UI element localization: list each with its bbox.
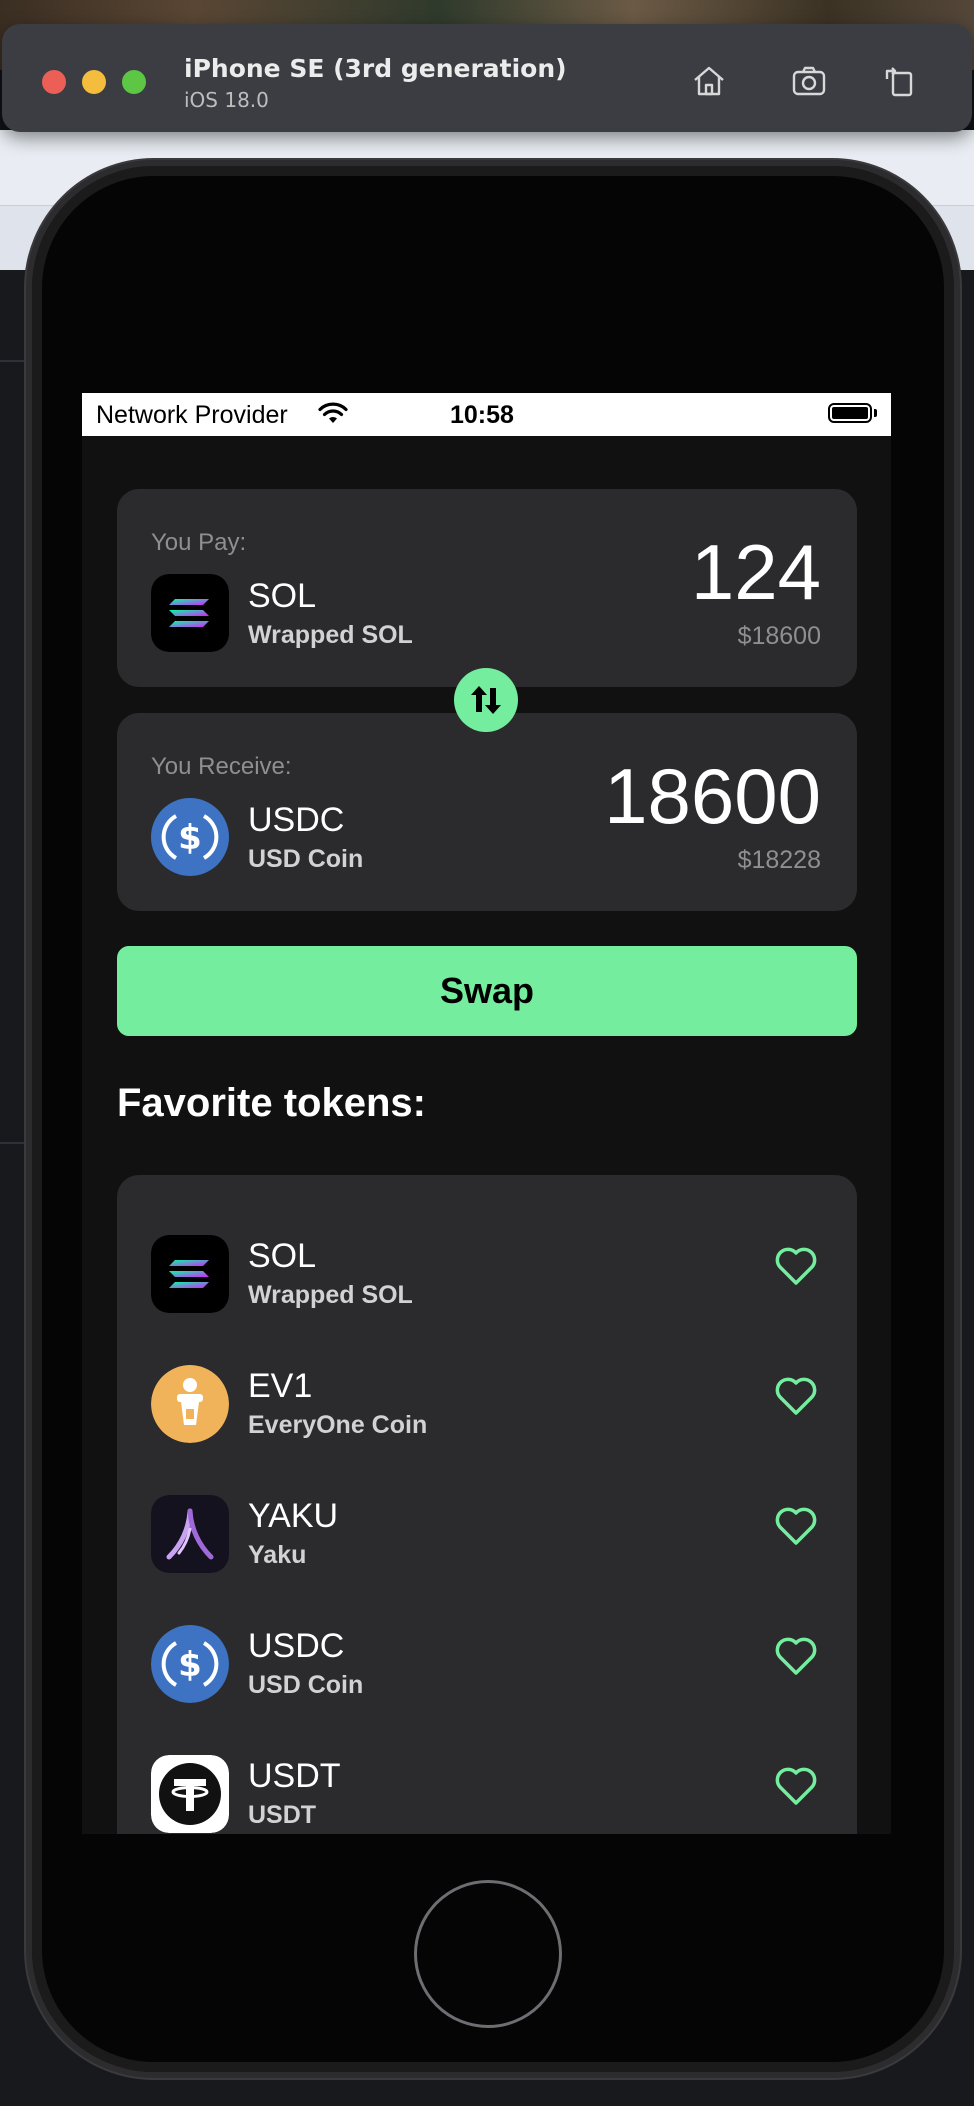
- heart-icon[interactable]: [773, 1243, 819, 1289]
- app-screen: Network Provider 10:58 You Pay: SOL Wrap…: [82, 393, 891, 1834]
- pay-label: You Pay:: [151, 529, 247, 556]
- yaku-icon: [151, 1495, 229, 1573]
- token-name: USDT: [248, 1801, 317, 1829]
- pay-token-name: Wrapped SOL: [248, 621, 413, 649]
- token-symbol: USDT: [248, 1757, 341, 1795]
- usdc-icon: $: [151, 798, 229, 876]
- minimize-window-button[interactable]: [82, 70, 106, 94]
- swap-arrows-icon: [471, 686, 501, 714]
- everyone-coin-icon: [151, 1365, 229, 1443]
- list-item[interactable]: USDT USDT: [117, 1755, 857, 1834]
- tether-icon: [151, 1755, 229, 1833]
- clock: 10:58: [450, 401, 514, 429]
- favorites-title: Favorite tokens:: [117, 1081, 426, 1125]
- token-name: Yaku: [248, 1541, 307, 1569]
- list-item[interactable]: EV1 EveryOne Coin: [117, 1365, 857, 1475]
- home-button[interactable]: [414, 1880, 562, 2028]
- receive-amount: 18600: [604, 752, 821, 840]
- pay-amount-usd: $18600: [737, 622, 821, 650]
- receive-label: You Receive:: [151, 753, 292, 780]
- heart-icon[interactable]: [773, 1633, 819, 1679]
- usdc-icon: $: [151, 1625, 229, 1703]
- battery-tip: [874, 409, 877, 417]
- wifi-icon: [318, 401, 348, 430]
- receive-amount-usd: $18228: [737, 846, 821, 874]
- simulator-title: iPhone SE (3rd generation): [184, 54, 567, 83]
- token-name: USD Coin: [248, 1671, 364, 1699]
- simulator-os-version: iOS 18.0: [184, 88, 269, 112]
- token-name: EveryOne Coin: [248, 1411, 428, 1439]
- favorites-list: SOL Wrapped SOL EV1 EveryOne Coin YAKU Y…: [117, 1175, 857, 1834]
- pay-token-symbol: SOL: [248, 577, 317, 615]
- home-icon[interactable]: [686, 58, 732, 104]
- swap-button[interactable]: Swap: [117, 946, 857, 1036]
- heart-icon[interactable]: [773, 1373, 819, 1419]
- token-symbol: SOL: [248, 1237, 317, 1275]
- solana-icon: [151, 1235, 229, 1313]
- token-symbol: USDC: [248, 1627, 345, 1665]
- svg-text:$: $: [178, 1645, 202, 1685]
- solana-icon: [151, 574, 229, 652]
- list-item[interactable]: YAKU Yaku: [117, 1495, 857, 1605]
- status-bar: Network Provider 10:58: [82, 393, 891, 436]
- token-symbol: EV1: [248, 1367, 313, 1405]
- rotate-icon[interactable]: [876, 58, 922, 104]
- token-symbol: YAKU: [248, 1497, 339, 1535]
- pay-amount[interactable]: 124: [691, 527, 821, 618]
- carrier-label: Network Provider: [96, 401, 288, 429]
- list-item[interactable]: SOL Wrapped SOL: [117, 1235, 857, 1345]
- token-name: Wrapped SOL: [248, 1281, 413, 1309]
- zoom-window-button[interactable]: [122, 70, 146, 94]
- battery-icon: [828, 403, 872, 423]
- receive-token-name: USD Coin: [248, 845, 364, 873]
- swap-direction-button[interactable]: [454, 668, 518, 732]
- pay-card[interactable]: You Pay: SOL Wrapped SOL 124 $18600: [117, 489, 857, 687]
- receive-card[interactable]: You Receive: $ USDC USD Coin 18600 $1822…: [117, 713, 857, 911]
- receive-token-symbol: USDC: [248, 801, 345, 839]
- close-window-button[interactable]: [42, 70, 66, 94]
- screenshot-icon[interactable]: [786, 58, 832, 104]
- heart-icon[interactable]: [773, 1503, 819, 1549]
- heart-icon[interactable]: [773, 1763, 819, 1809]
- list-item[interactable]: $ USDC USD Coin: [117, 1625, 857, 1735]
- svg-text:$: $: [178, 818, 202, 858]
